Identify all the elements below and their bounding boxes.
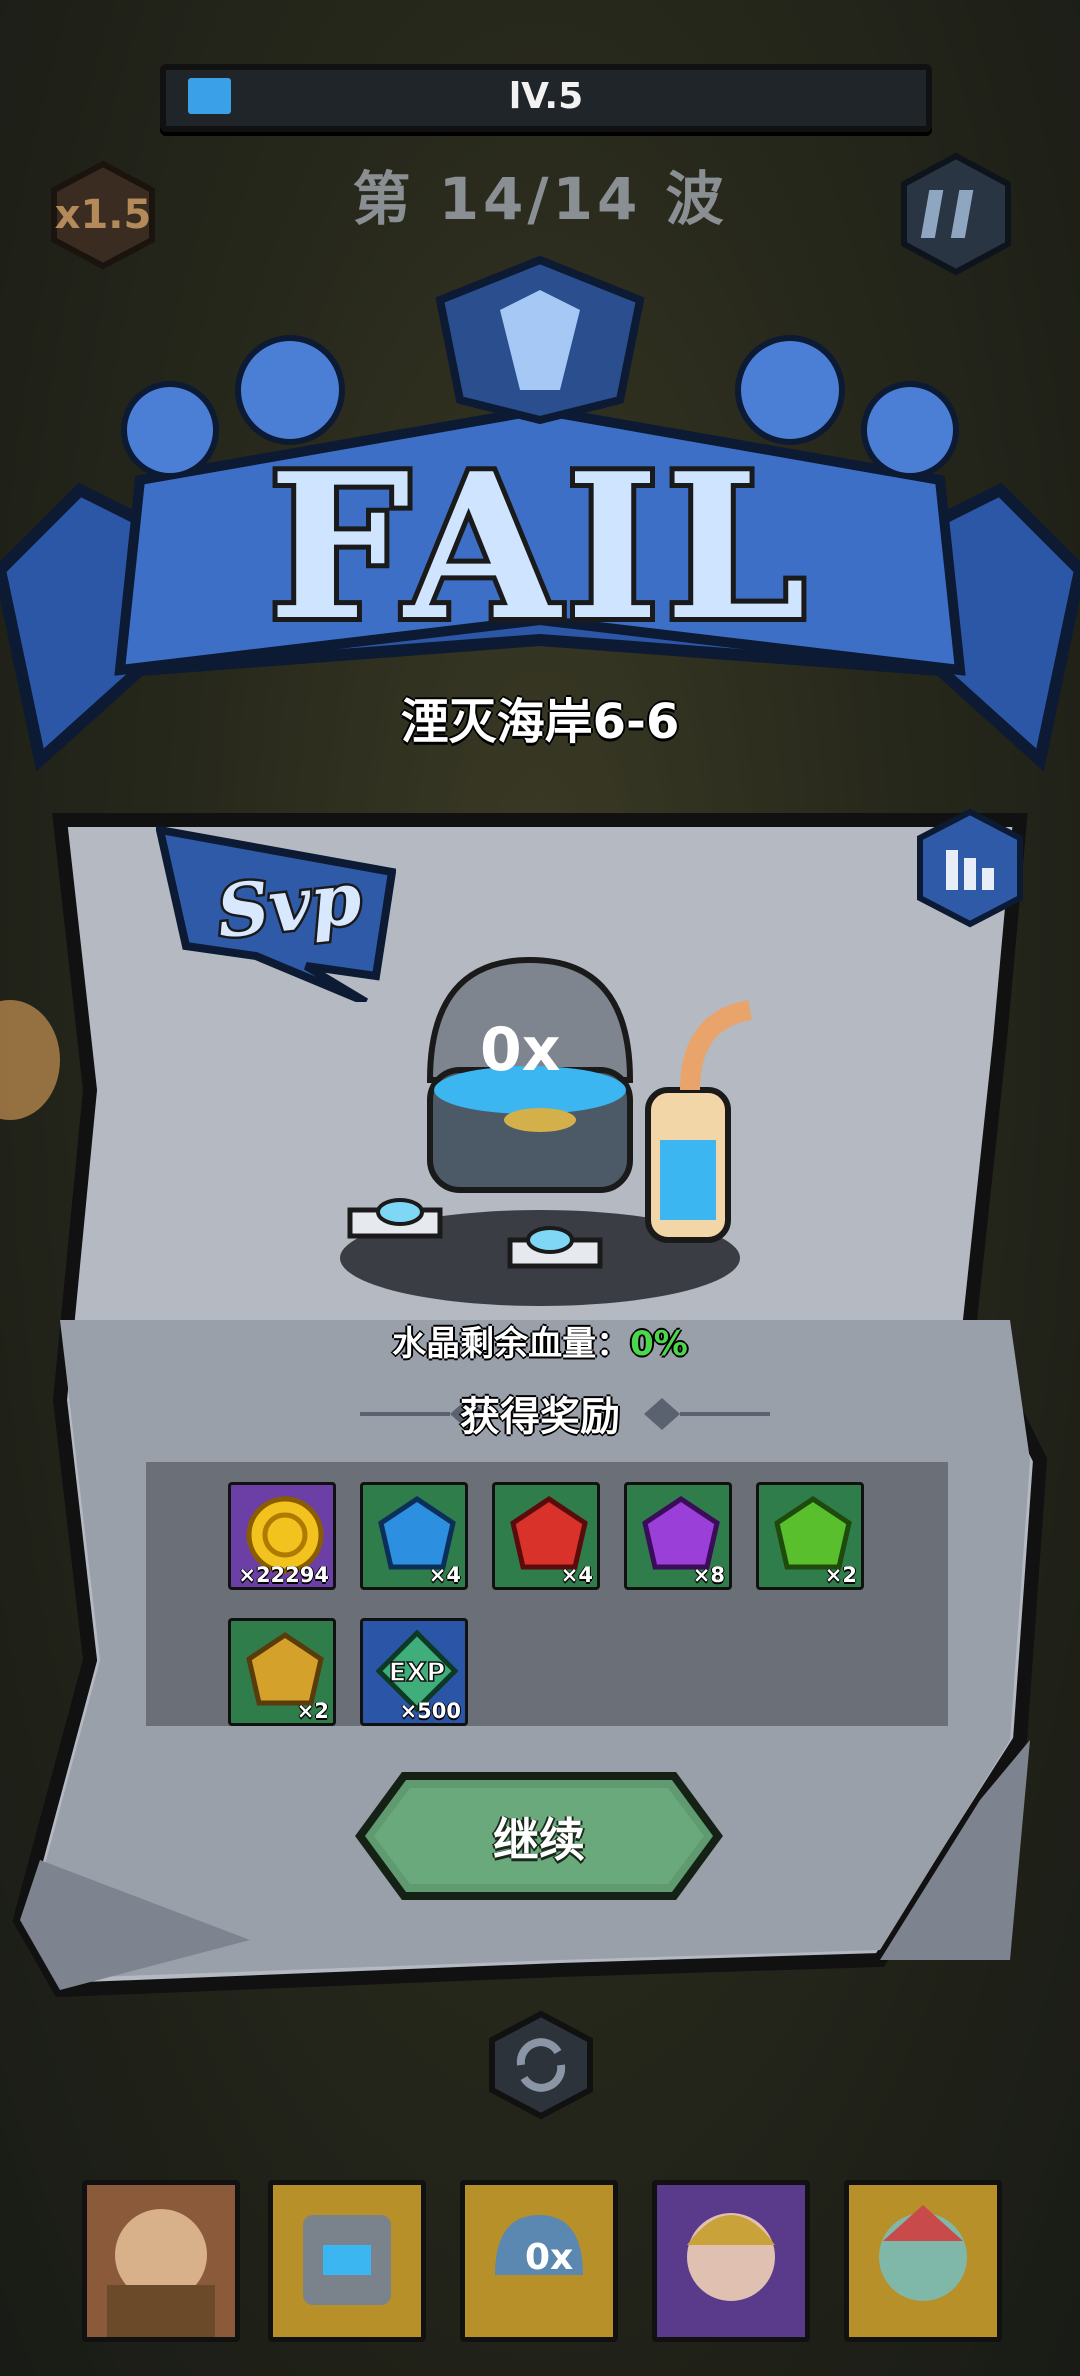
reward-purple-gem[interactable]: ×8 (624, 1482, 732, 1590)
hero-slot-4[interactable] (652, 2180, 810, 2342)
refresh-button[interactable] (486, 2010, 596, 2120)
ornament-right-icon (644, 1398, 770, 1430)
reward-yellow-gem[interactable]: ×2 (228, 1618, 336, 1726)
reward-count: ×22294 (238, 1563, 329, 1587)
stats-button[interactable] (916, 808, 1024, 928)
crystal-hp-value: 0% (630, 1324, 688, 1364)
refresh-icon (489, 2010, 593, 2120)
reward-gold-coin[interactable]: ×22294 (228, 1482, 336, 1590)
rewards-grid: ×22294 ×4 ×4 ×8 ×2 ×2 EXP ×500 (146, 1462, 948, 1726)
svg-text:0x: 0x (480, 1015, 560, 1085)
crystal-hp-line: 水晶剩余血量：0% (0, 1316, 1080, 1365)
svg-text:EXP: EXP (389, 1658, 446, 1688)
continue-label: 继续 (493, 1813, 585, 1867)
robot-hero-illustration: 0x (340, 956, 753, 1306)
reward-count: ×500 (399, 1699, 461, 1723)
reward-green-gem[interactable]: ×2 (756, 1482, 864, 1590)
reward-count: ×2 (296, 1699, 329, 1723)
hero-portrait-3: 0x (495, 2215, 583, 2278)
hero-portrait-4 (687, 2213, 775, 2301)
hero-slot-3[interactable]: 0x (460, 2180, 618, 2342)
reward-blue-gem[interactable]: ×4 (360, 1482, 468, 1590)
reward-red-gem[interactable]: ×4 (492, 1482, 600, 1590)
hero-portrait-1 (107, 2209, 215, 2337)
fail-title: FAIL (263, 425, 812, 670)
hero-slot-1[interactable] (82, 2180, 240, 2342)
hero-portrait-5 (879, 2205, 967, 2301)
level-label: lV.5 (508, 76, 584, 117)
hero-slot-5[interactable] (844, 2180, 1002, 2342)
reward-exp[interactable]: EXP ×500 (360, 1618, 468, 1726)
continue-button[interactable]: 继续 (354, 1770, 724, 1902)
stage-name: 湮灭海岸6-6 (400, 694, 680, 750)
hero-portrait-2 (303, 2215, 391, 2305)
reward-count: ×4 (428, 1563, 461, 1587)
level-progress-bar: lV.5 (160, 64, 932, 132)
rewards-title: 获得奖励 (460, 1394, 620, 1440)
crystal-hp-label: 水晶剩余血量： (392, 1324, 631, 1364)
svg-text:0x: 0x (525, 2237, 573, 2278)
bar-chart-icon (917, 808, 1023, 928)
reward-count: ×4 (560, 1563, 593, 1587)
reward-count: ×2 (824, 1563, 857, 1587)
hero-slot-2[interactable] (268, 2180, 426, 2342)
reward-count: ×8 (692, 1563, 725, 1587)
